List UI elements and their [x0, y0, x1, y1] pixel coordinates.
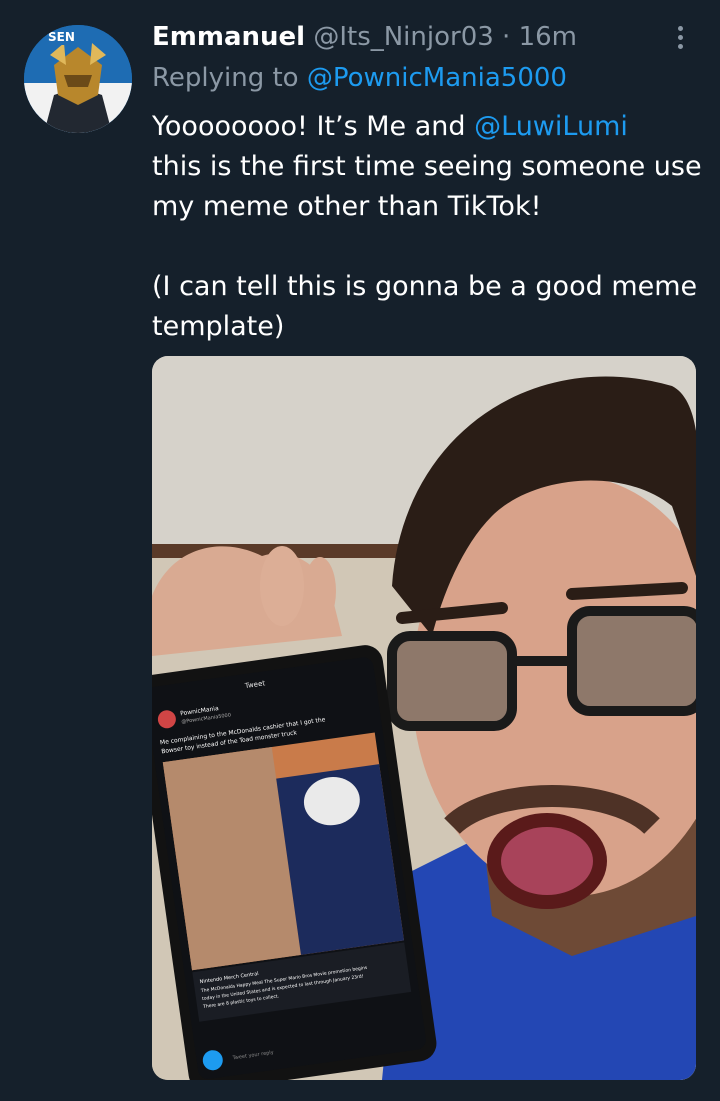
replying-to-label: Replying to	[152, 63, 307, 93]
tweet-line-1: Yoooooooo! It’s Me and @LuwiLumi	[152, 111, 628, 142]
more-dot-icon	[677, 25, 683, 31]
tweet-text: Yoooooooo! It’s Me and @LuwiLumi this is…	[152, 107, 707, 347]
header-separator: ·	[493, 22, 519, 52]
author-handle[interactable]: @Its_Ninjor03	[313, 22, 493, 52]
more-dot-icon	[677, 34, 683, 40]
tweet-line-3: (I can tell this is gonna be a good meme…	[152, 271, 698, 342]
tweet-photo[interactable]: Tweet PownicMania @PownicMania5000 Me co…	[152, 356, 696, 1080]
more-options-button[interactable]	[664, 20, 696, 54]
replying-to-mention[interactable]: @PownicMania5000	[307, 63, 567, 93]
avatar-badge-text: SEN	[48, 30, 75, 44]
tweet-time[interactable]: 16m	[519, 22, 577, 52]
tweet-header: Emmanuel @Its_Ninjor03 · 16m	[152, 18, 577, 56]
tweet-line-2: this is the first time seeing someone us…	[152, 151, 702, 222]
author-name[interactable]: Emmanuel	[152, 22, 305, 52]
replying-to: Replying to @PownicMania5000	[152, 59, 567, 97]
mention-link[interactable]: @LuwiLumi	[474, 111, 628, 142]
author-avatar[interactable]: SEN	[24, 25, 132, 133]
more-dot-icon	[677, 43, 683, 49]
